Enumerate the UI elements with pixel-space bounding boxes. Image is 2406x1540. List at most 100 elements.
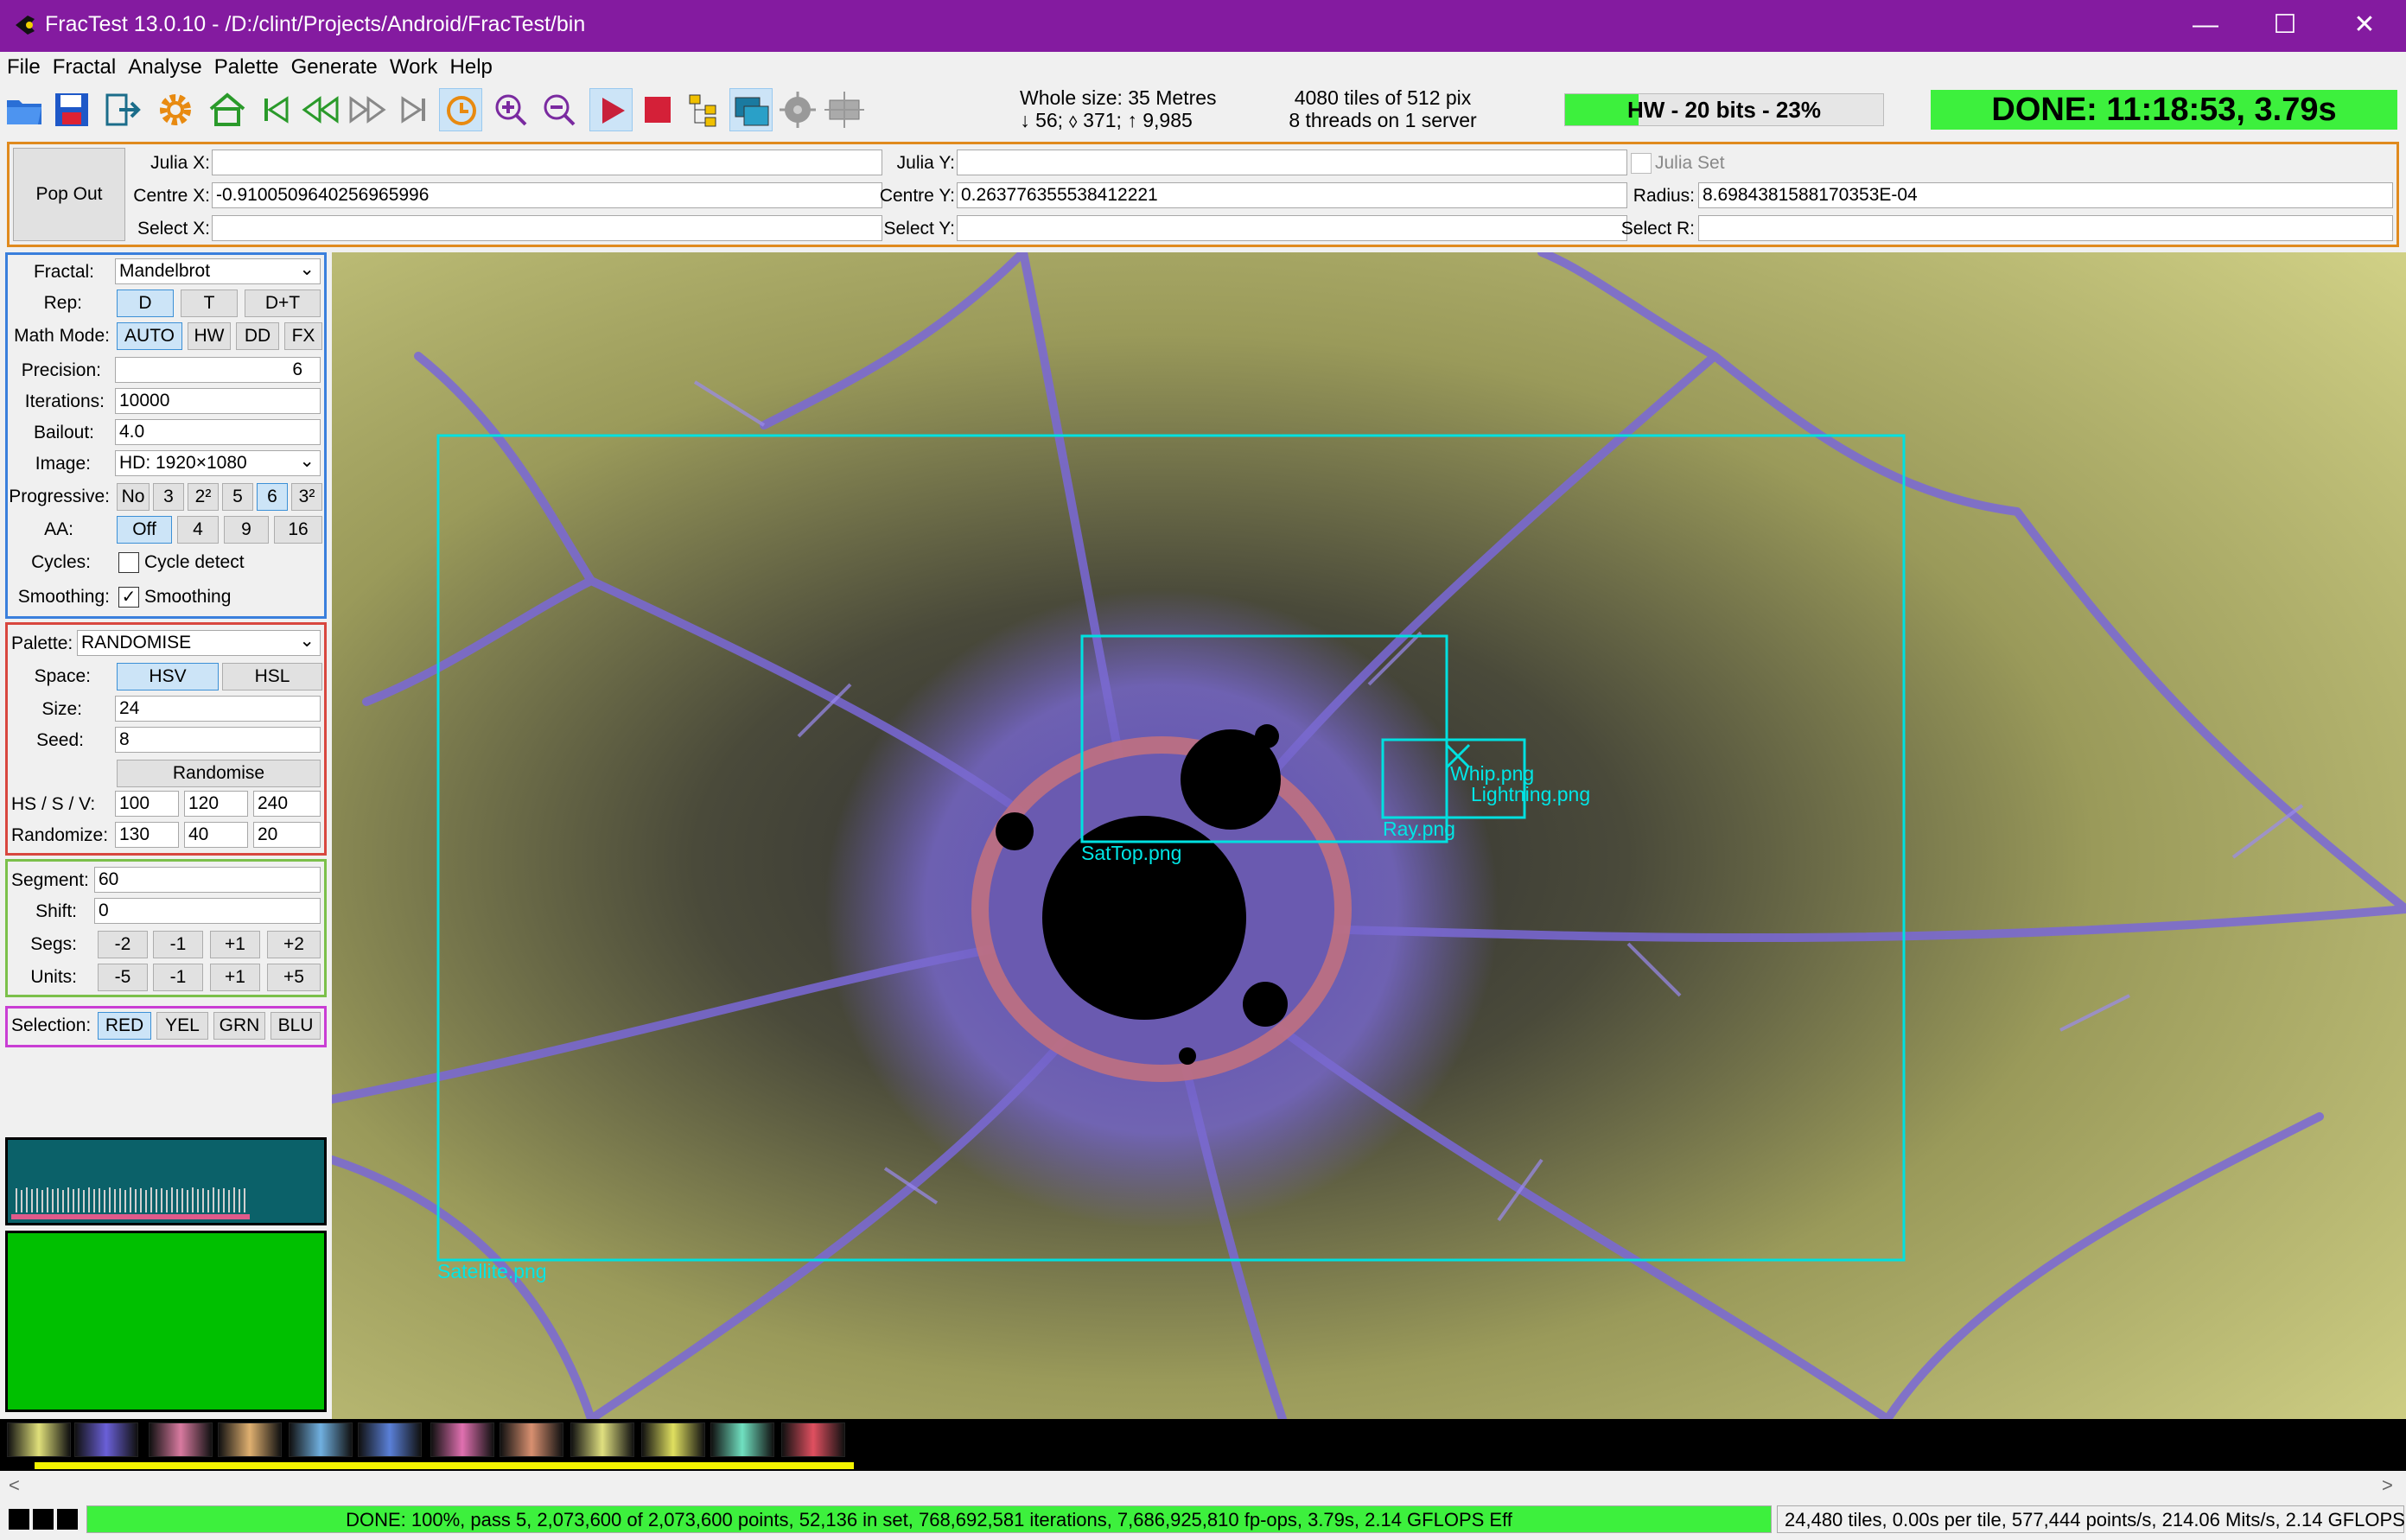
zoom-in-icon[interactable] <box>489 88 532 131</box>
menu-help[interactable]: Help <box>443 52 493 80</box>
menu-generate[interactable]: Generate <box>284 52 378 80</box>
randomize-v-field[interactable]: 20 <box>253 822 321 848</box>
select-r-field[interactable] <box>1698 215 2393 241</box>
selection-grn-button[interactable]: GRN <box>213 1012 265 1040</box>
palette-swatch-2[interactable] <box>74 1422 138 1457</box>
units-minus1-button[interactable]: -1 <box>153 964 203 991</box>
palette-swatch-3[interactable] <box>149 1422 213 1457</box>
selection-red-button[interactable]: RED <box>98 1012 151 1040</box>
last-icon[interactable] <box>392 88 436 131</box>
menu-palette[interactable]: Palette <box>207 52 279 80</box>
rep-t-button[interactable]: T <box>181 290 238 317</box>
minimize-button[interactable]: — <box>2166 0 2245 52</box>
palette-select[interactable]: RANDOMISE ⌄ <box>77 630 321 656</box>
palette-swatch-5[interactable] <box>289 1422 353 1457</box>
randomize-s-field[interactable]: 40 <box>184 822 248 848</box>
fractal-canvas[interactable]: SatTop.png Ray.png Whip.png Lightning.pn… <box>332 252 2406 1419</box>
rep-d-button[interactable]: D <box>117 290 174 317</box>
centre-x-field[interactable]: -0.9100509640256965996 <box>212 182 882 208</box>
menu-analyse[interactable]: Analyse <box>121 52 201 80</box>
bailout-field[interactable]: 4.0 <box>115 419 321 445</box>
fractal-select[interactable]: Mandelbrot ⌄ <box>115 258 321 284</box>
progressive-3sq-button[interactable]: 3² <box>291 483 322 511</box>
rep-dt-button[interactable]: D+T <box>245 290 321 317</box>
scroll-left-icon[interactable]: < <box>9 1474 20 1497</box>
segs-plus1-button[interactable]: +1 <box>210 931 260 958</box>
palette-swatch-4[interactable] <box>218 1422 282 1457</box>
progressive-2sq-button[interactable]: 2² <box>188 483 219 511</box>
save-icon[interactable] <box>50 88 93 131</box>
math-fx-button[interactable]: FX <box>284 322 322 350</box>
history-clock-icon[interactable] <box>439 88 482 131</box>
image-size-select[interactable]: HD: 1920×1080 ⌄ <box>115 450 321 476</box>
math-auto-button[interactable]: AUTO <box>117 322 182 350</box>
select-y-field[interactable] <box>957 215 1627 241</box>
palette-swatch-11[interactable] <box>710 1422 774 1457</box>
menu-file[interactable]: File <box>0 52 41 80</box>
menu-fractal[interactable]: Fractal <box>46 52 116 80</box>
segs-plus2-button[interactable]: +2 <box>267 931 321 958</box>
maximize-button[interactable]: ☐ <box>2245 0 2325 52</box>
julia-y-field[interactable] <box>957 150 1627 175</box>
math-dd-button[interactable]: DD <box>236 322 279 350</box>
open-folder-icon[interactable] <box>3 88 47 131</box>
rewind-icon[interactable] <box>299 88 342 131</box>
windows-icon[interactable] <box>729 88 773 131</box>
pop-out-button[interactable]: Pop Out <box>13 148 125 241</box>
palette-swatch-12[interactable] <box>781 1422 845 1457</box>
palette-swatch-9[interactable] <box>570 1422 634 1457</box>
units-minus5-button[interactable]: -5 <box>98 964 148 991</box>
segs-minus2-button[interactable]: -2 <box>98 931 148 958</box>
progressive-no-button[interactable]: No <box>117 483 150 511</box>
randomize-h-field[interactable]: 130 <box>115 822 179 848</box>
first-icon[interactable] <box>254 88 297 131</box>
palette-swatch-10[interactable] <box>641 1422 705 1457</box>
progressive-5-button[interactable]: 5 <box>222 483 253 511</box>
progressive-3-button[interactable]: 3 <box>153 483 184 511</box>
menu-work[interactable]: Work <box>383 52 438 80</box>
selection-yel-button[interactable]: YEL <box>156 1012 208 1040</box>
fast-forward-icon[interactable] <box>346 88 389 131</box>
segment-field[interactable]: 60 <box>94 867 321 893</box>
hsv-v-field[interactable]: 240 <box>253 791 321 817</box>
centre-y-field[interactable]: 0.263776355538412221 <box>957 182 1627 208</box>
space-hsv-button[interactable]: HSV <box>117 663 219 690</box>
randomise-button[interactable]: Randomise <box>117 760 321 787</box>
selection-blu-button[interactable]: BLU <box>271 1012 321 1040</box>
settings-gear-icon[interactable] <box>154 88 197 131</box>
export-icon[interactable] <box>102 88 145 131</box>
play-icon[interactable] <box>589 88 633 131</box>
aa-off-button[interactable]: Off <box>117 516 172 544</box>
aa-9-button[interactable]: 9 <box>224 516 269 544</box>
target-icon[interactable] <box>776 88 819 131</box>
precision-stepper[interactable]: 6 <box>115 357 321 383</box>
hsv-h-field[interactable]: 100 <box>115 791 179 817</box>
palette-size-field[interactable]: 24 <box>115 696 321 722</box>
home-icon[interactable] <box>206 88 249 131</box>
math-hw-button[interactable]: HW <box>188 322 231 350</box>
hsv-s-field[interactable]: 120 <box>184 791 248 817</box>
units-plus1-button[interactable]: +1 <box>210 964 260 991</box>
stop-icon[interactable] <box>636 88 679 131</box>
select-x-field[interactable] <box>212 215 882 241</box>
title-bar[interactable]: FracTest 13.0.10 - /D:/clint/Projects/An… <box>0 0 2406 52</box>
aa-16-button[interactable]: 16 <box>274 516 322 544</box>
frame-icon[interactable] <box>823 88 866 131</box>
tree-icon[interactable] <box>683 88 726 131</box>
seed-field[interactable]: 8 <box>115 727 321 753</box>
iterations-field[interactable]: 10000 <box>115 388 321 414</box>
radius-field[interactable]: 8.6984381588170353E-04 <box>1698 182 2393 208</box>
zoom-out-icon[interactable] <box>538 88 581 131</box>
shift-field[interactable]: 0 <box>94 898 321 924</box>
segs-minus1-button[interactable]: -1 <box>153 931 203 958</box>
julia-set-checkbox[interactable] <box>1631 153 1652 174</box>
smoothing-checkbox[interactable]: ✓ <box>118 587 139 608</box>
scroll-right-icon[interactable]: > <box>2382 1474 2393 1497</box>
progressive-6-button[interactable]: 6 <box>257 483 288 511</box>
palette-swatch-7[interactable] <box>430 1422 494 1457</box>
aa-4-button[interactable]: 4 <box>177 516 219 544</box>
julia-x-field[interactable] <box>212 150 882 175</box>
units-plus5-button[interactable]: +5 <box>267 964 321 991</box>
space-hsl-button[interactable]: HSL <box>222 663 322 690</box>
palette-swatch-8[interactable] <box>500 1422 563 1457</box>
